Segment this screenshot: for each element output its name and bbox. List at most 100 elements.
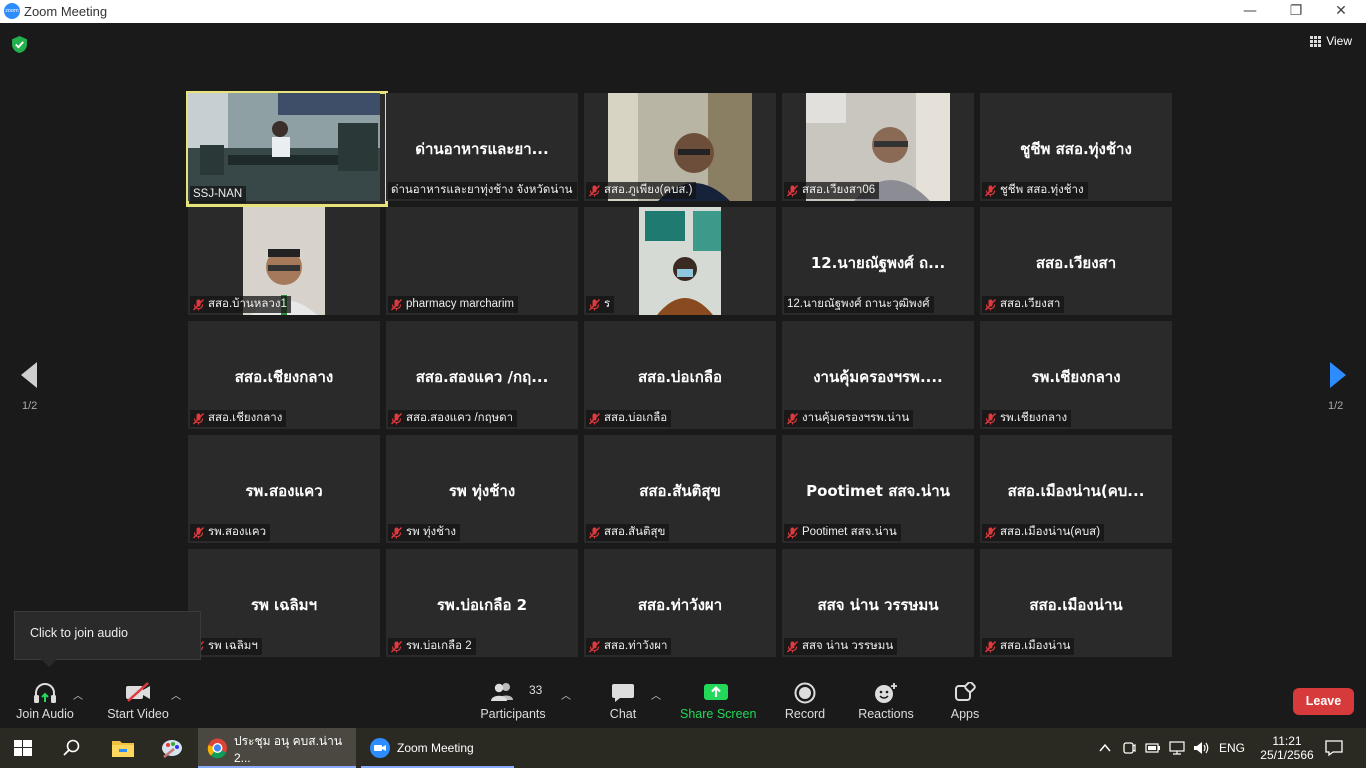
participant-tile[interactable]: SSJ-NAN xyxy=(186,91,388,207)
apps-icon xyxy=(955,682,976,701)
page-indicator-left: 1/2 xyxy=(22,400,38,412)
minimize-button[interactable]: — xyxy=(1227,0,1273,23)
zoom-app-icon: zoom xyxy=(4,3,20,19)
participant-tile[interactable]: สสอ.สองแคว /กฤ... สสอ.สองแคว /กฤษดา xyxy=(386,321,578,429)
search-icon[interactable] xyxy=(63,739,81,757)
network-icon[interactable] xyxy=(1169,740,1185,756)
participant-label-text: สสอ.ท่าวังผา xyxy=(604,640,668,652)
reactions-button[interactable]: Reactions xyxy=(858,675,914,728)
participant-name-display: รพ.สองแคว xyxy=(245,482,323,500)
muted-microphone-icon xyxy=(589,298,600,310)
start-video-button[interactable]: Start Video xyxy=(104,675,172,728)
participant-name-label: รพ เฉลิมฯ xyxy=(190,638,262,655)
participant-tile[interactable]: สสอ.เมืองน่าน สสอ.เมืองน่าน xyxy=(980,549,1172,657)
participant-tile[interactable]: สสอ.เมืองน่าน(คบ... สสอ.เมืองน่าน(คบส) xyxy=(980,435,1172,543)
participant-name-label: pharmacy marcharim xyxy=(388,296,518,313)
view-button[interactable]: View xyxy=(1310,34,1352,48)
participant-tile[interactable]: สสอ.ภูเพียง(คบส.) xyxy=(584,93,776,201)
system-clock[interactable]: 11:21 25/1/2566 xyxy=(1259,728,1315,768)
chrome-icon xyxy=(207,738,228,759)
participant-tile[interactable]: สสอ.สันติสุข สสอ.สันติสุข xyxy=(584,435,776,543)
participant-label-text: รพ ทุ่งช้าง xyxy=(406,526,457,538)
chat-options-caret-icon[interactable]: ︿ xyxy=(651,687,661,702)
close-button[interactable]: ✕ xyxy=(1318,0,1364,23)
participant-name-display: สสอ.สองแคว /กฤ... xyxy=(415,368,549,386)
participant-name-display: ชูชีพ สสอ.ทุ่งช้าง xyxy=(1020,140,1132,158)
muted-microphone-icon xyxy=(391,412,402,424)
participant-tile[interactable]: รพ.บ่อเกลือ 2 รพ.บ่อเกลือ 2 xyxy=(386,549,578,657)
next-page-arrow-icon[interactable] xyxy=(1328,360,1348,390)
participant-tile[interactable]: รพ.สองแคว รพ.สองแคว xyxy=(188,435,380,543)
meeting-toolbar: Join Audio ︿ Start Video ︿ 33 Participan… xyxy=(0,675,1366,728)
participant-tile[interactable]: ชูชีพ สสอ.ทุ่งช้าง ชูชีพ สสอ.ทุ่งช้าง xyxy=(980,93,1172,201)
participant-tile[interactable]: สสอ.บ่อเกลือ สสอ.บ่อเกลือ xyxy=(584,321,776,429)
muted-microphone-icon xyxy=(787,640,798,652)
muted-microphone-icon xyxy=(985,184,996,196)
participant-name-display: งานคุ้มครองฯรพ.... xyxy=(813,368,943,386)
muted-microphone-icon xyxy=(787,184,798,196)
participant-name-display: สสอ.เมืองน่าน(คบ... xyxy=(1007,482,1145,500)
muted-microphone-icon xyxy=(589,640,600,652)
participant-name-label: สสอ.ภูเพียง(คบส.) xyxy=(586,182,697,199)
participant-label-text: รพ.เชียงกลาง xyxy=(1000,412,1068,424)
participant-tile[interactable]: ด่านอาหารและยา... ด่านอาหารและยาทุ่งช้าง … xyxy=(386,93,578,201)
show-hidden-icons-chevron-icon[interactable] xyxy=(1099,742,1111,754)
leave-button[interactable]: Leave xyxy=(1293,688,1354,715)
page-indicator-right: 1/2 xyxy=(1328,400,1344,412)
participant-tile[interactable]: รพ เฉลิมฯ รพ เฉลิมฯ xyxy=(188,549,380,657)
window-titlebar: zoom Zoom Meeting — ❐ ✕ xyxy=(0,0,1366,23)
window-title: Zoom Meeting xyxy=(24,4,108,19)
share-screen-label: Share Screen xyxy=(680,707,757,721)
previous-page-arrow-icon[interactable] xyxy=(19,360,39,390)
taskbar-chrome-window[interactable]: ประชุม อนุ คบส.น่าน 2... xyxy=(198,728,356,768)
participant-tile[interactable]: สสอ.เวียงสา สสอ.เวียงสา xyxy=(980,207,1172,315)
share-screen-button[interactable]: Share Screen xyxy=(680,675,757,728)
windows-start-icon[interactable] xyxy=(14,740,32,756)
participant-name-label: รพ.สองแคว xyxy=(190,524,271,541)
participant-name-label: สสอ.เมืองน่าน xyxy=(982,638,1075,655)
participant-name-label: สสอ.เชียงกลาง xyxy=(190,410,287,427)
participant-tile[interactable]: ร xyxy=(584,207,776,315)
participants-label: Participants xyxy=(480,707,546,721)
participant-tile[interactable]: สสจ น่าน วรรษมน สสจ น่าน วรรษมน xyxy=(782,549,974,657)
volume-icon[interactable] xyxy=(1193,740,1211,756)
participant-name-label: สสจ น่าน วรรษมน xyxy=(784,638,898,655)
participant-name-label: สสอ.เวียงสา xyxy=(982,296,1065,313)
taskbar-zoom-window[interactable]: Zoom Meeting xyxy=(361,728,514,768)
participant-tile[interactable]: pharmacy marcharim xyxy=(386,207,578,315)
participant-name-label: SSJ-NAN xyxy=(190,186,247,203)
battery-icon[interactable] xyxy=(1145,741,1161,755)
participants-button[interactable]: 33 Participants xyxy=(478,675,548,728)
participant-name-label: รพ.บ่อเกลือ 2 xyxy=(388,638,476,655)
participant-tile[interactable]: สสอ.ท่าวังผา สสอ.ท่าวังผา xyxy=(584,549,776,657)
participant-tile[interactable]: สสอ.เชียงกลาง สสอ.เชียงกลาง xyxy=(188,321,380,429)
grid-view-icon xyxy=(1310,36,1322,47)
start-video-label: Start Video xyxy=(107,707,169,721)
participant-label-text: สสอ.บ้านหลวง1 xyxy=(208,298,287,310)
participant-name-label: ชูชีพ สสอ.ทุ่งช้าง xyxy=(982,182,1088,199)
audio-options-caret-icon[interactable]: ︿ xyxy=(73,687,83,702)
muted-microphone-icon xyxy=(985,298,996,310)
file-explorer-icon[interactable] xyxy=(111,738,135,758)
paint-app-icon[interactable] xyxy=(160,737,184,759)
chat-button[interactable]: Chat xyxy=(603,675,643,728)
participant-tile[interactable]: Pootimet สสจ.น่าน Pootimet สสจ.น่าน xyxy=(782,435,974,543)
participant-tile[interactable]: รพ ทุ่งช้าง รพ ทุ่งช้าง xyxy=(386,435,578,543)
participants-options-caret-icon[interactable]: ︿ xyxy=(561,687,571,702)
participant-tile[interactable]: รพ.เชียงกลาง รพ.เชียงกลาง xyxy=(980,321,1172,429)
participant-tile[interactable]: สสอ.บ้านหลวง1 xyxy=(188,207,380,315)
security-shield-icon[interactable] xyxy=(11,36,28,53)
participant-tile[interactable]: สสอ.เวียงสา06 xyxy=(782,93,974,201)
participant-tile[interactable]: 12.นายณัฐพงศ์ ถ... 12.นายณัฐพงศ์ ถานะวุฒิ… xyxy=(782,207,974,315)
video-options-caret-icon[interactable]: ︿ xyxy=(171,687,181,702)
notifications-icon[interactable] xyxy=(1325,739,1343,757)
participant-tile[interactable]: งานคุ้มครองฯรพ.... งานคุ้มครองฯรพ.น่าน xyxy=(782,321,974,429)
record-button[interactable]: Record xyxy=(784,675,826,728)
restore-button[interactable]: ❐ xyxy=(1273,0,1319,23)
apps-button[interactable]: Apps xyxy=(945,675,985,728)
join-audio-button[interactable]: Join Audio xyxy=(12,675,78,728)
input-language[interactable]: ENG xyxy=(1219,728,1245,768)
participant-name-label: งานคุ้มครองฯรพ.น่าน xyxy=(784,410,914,427)
meet-now-icon[interactable] xyxy=(1122,740,1136,756)
participant-name-label: สสอ.สองแคว /กฤษดา xyxy=(388,410,518,427)
